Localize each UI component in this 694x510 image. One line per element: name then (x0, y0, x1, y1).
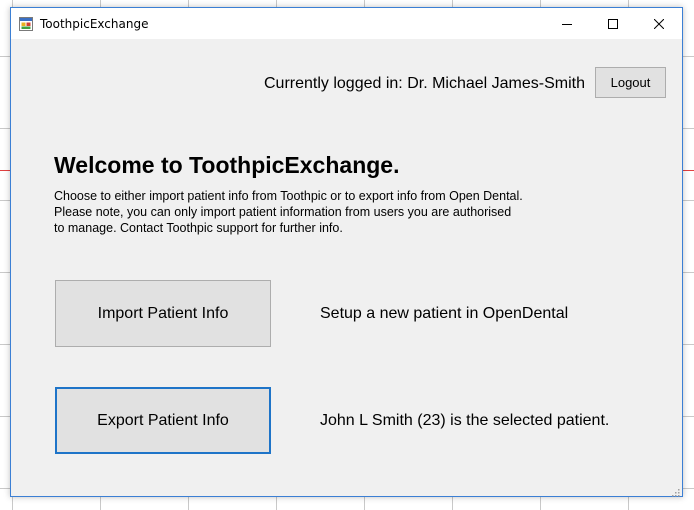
resize-grip-icon[interactable] (670, 484, 680, 497)
close-icon (654, 18, 664, 29)
app-window: ToothpicExchange Currently logged in: Dr… (10, 7, 683, 497)
close-button[interactable] (636, 8, 682, 39)
import-status-label: Setup a new patient in OpenDental (320, 305, 569, 322)
description-text: Choose to either import patient info fro… (54, 189, 523, 235)
export-status-label: John L Smith (23) is the selected patien… (320, 412, 610, 429)
window-controls (544, 8, 682, 39)
minimize-button[interactable] (544, 8, 590, 39)
maximize-icon (608, 18, 618, 29)
page-title: Welcome to ToothpicExchange. (54, 152, 400, 178)
app-window-icon (19, 16, 33, 31)
import-patient-button[interactable]: Import Patient Info (55, 280, 271, 347)
minimize-icon (562, 23, 572, 25)
main-content: Currently logged in: Dr. Michael James-S… (11, 39, 682, 497)
maximize-button[interactable] (590, 8, 636, 39)
title-bar[interactable]: ToothpicExchange (11, 8, 682, 39)
logout-button[interactable]: Logout (595, 67, 666, 98)
logged-in-label: Currently logged in: Dr. Michael James-S… (264, 75, 586, 92)
window-title: ToothpicExchange (40, 16, 149, 31)
export-patient-button[interactable]: Export Patient Info (55, 387, 271, 454)
